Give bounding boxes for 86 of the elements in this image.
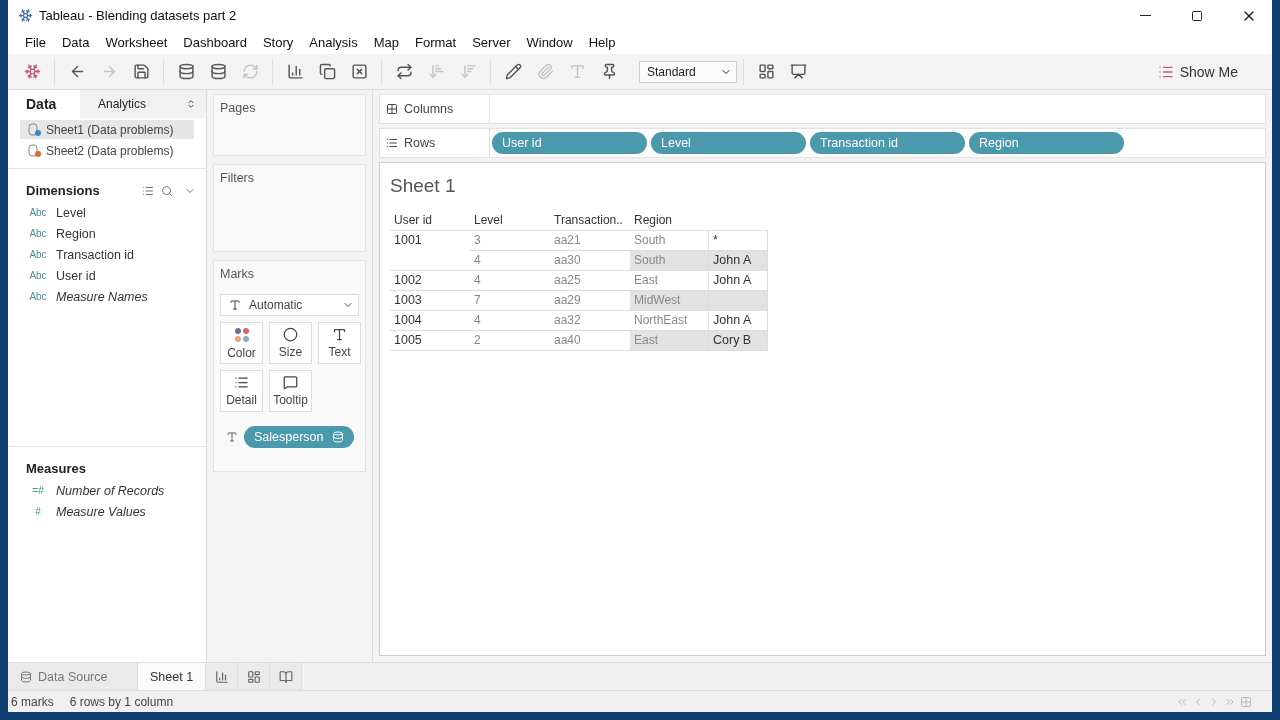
- data-source-item[interactable]: Sheet1 (Data problems): [20, 120, 194, 139]
- card-title: Filters: [220, 171, 256, 185]
- type-label: Abc: [28, 207, 48, 218]
- table-cell: MidWest: [630, 291, 708, 311]
- book-icon: [278, 669, 293, 684]
- status-text: 6 marks: [11, 694, 54, 709]
- speech-bubble-icon: [283, 375, 298, 390]
- data-source-item[interactable]: Sheet2 (Data problems): [20, 141, 194, 160]
- shelf-label: Rows: [380, 129, 490, 157]
- layout-icon: [246, 669, 261, 684]
- table-cell: John A: [708, 311, 768, 331]
- circle-icon: [283, 327, 298, 342]
- new-worksheet-button[interactable]: [206, 663, 239, 690]
- layout-icon: [757, 63, 775, 80]
- mark-property-button[interactable]: Size: [269, 322, 312, 364]
- type-label: Abc: [28, 249, 48, 260]
- search-icon[interactable]: [161, 184, 174, 197]
- status-text: 6 rows by 1 column: [69, 694, 174, 709]
- table-cell: East: [630, 331, 708, 351]
- app-logo-icon: [18, 8, 33, 23]
- type-label: =#: [31, 485, 45, 496]
- menu-item[interactable]: Story: [254, 31, 302, 54]
- menu-item[interactable]: Server: [464, 31, 519, 54]
- sheet-title: Sheet 1: [390, 175, 457, 197]
- maximize-icon: [1191, 9, 1203, 22]
- text-icon: [226, 431, 238, 443]
- menu-item[interactable]: Data: [53, 31, 98, 54]
- mark-property-button[interactable]: Color: [220, 322, 263, 364]
- text-icon: [229, 299, 241, 311]
- pane-tab[interactable]: Analytics: [80, 90, 206, 118]
- sort-caret-icon: [186, 99, 196, 109]
- menu-item[interactable]: Worksheet: [97, 31, 176, 54]
- field-name[interactable]: User id: [56, 268, 96, 283]
- shelf-label: Columns: [380, 95, 490, 123]
- table-cell: Cory B: [708, 331, 768, 351]
- field-name[interactable]: Measure Names: [56, 289, 148, 304]
- presentation-icon: [789, 63, 807, 80]
- section-title: Dimensions: [26, 183, 101, 198]
- text-icon: [332, 327, 347, 342]
- bar-chart-icon: [214, 669, 229, 684]
- field-name[interactable]: Number of Records: [56, 483, 165, 498]
- type-label: #: [34, 506, 42, 517]
- rows-icon: [386, 137, 398, 149]
- database-icon: [28, 143, 42, 158]
- menu-item[interactable]: Format: [407, 31, 465, 54]
- mark-property-button[interactable]: Text: [318, 322, 361, 364]
- field-name[interactable]: Level: [56, 205, 86, 220]
- new-dashboard-button[interactable]: [238, 663, 271, 690]
- color-dots-icon: [233, 326, 250, 343]
- mark-property-button[interactable]: Tooltip: [269, 370, 312, 412]
- sheet-tab[interactable]: Data Source: [8, 663, 138, 690]
- snowflake-icon: [23, 63, 41, 80]
- menu-item[interactable]: Analysis: [301, 31, 366, 54]
- database-icon: [331, 431, 344, 443]
- menu-item[interactable]: Dashboard: [175, 31, 255, 54]
- menu-item[interactable]: Help: [580, 31, 624, 54]
- mark-property-button[interactable]: Detail: [220, 370, 263, 412]
- type-label: Abc: [28, 228, 48, 239]
- table-cell: *: [708, 231, 768, 251]
- show-me-button[interactable]: Show Me: [1151, 62, 1244, 81]
- type-label: Abc: [28, 291, 48, 302]
- section-title: Measures: [26, 461, 87, 476]
- menu-item[interactable]: Window: [518, 31, 581, 54]
- field-name[interactable]: Transaction id: [56, 247, 135, 262]
- card-title: Pages: [220, 101, 257, 115]
- table-cell: South: [630, 251, 708, 271]
- field-name[interactable]: Region: [56, 226, 96, 241]
- menu-item[interactable]: Map: [365, 31, 407, 54]
- sheet-tab[interactable]: Sheet 1: [138, 663, 207, 690]
- data-source-label: Sheet2 (Data problems): [46, 143, 174, 158]
- columns-icon: [386, 103, 398, 115]
- list-view-icon[interactable]: [141, 184, 154, 197]
- database-icon: [20, 670, 32, 683]
- fit-dropdown[interactable]: Standard: [639, 60, 737, 83]
- menu-item[interactable]: File: [17, 31, 54, 54]
- card-title: Marks: [220, 267, 256, 281]
- new-story-button[interactable]: [270, 663, 303, 690]
- data-source-label: Sheet1 (Data problems): [46, 122, 174, 137]
- field-name[interactable]: Measure Values: [56, 504, 146, 519]
- window-title: Tableau - Blending datasets part 2: [39, 8, 238, 23]
- type-label: Abc: [28, 270, 48, 281]
- database-icon: [28, 122, 42, 137]
- table-cell: John A: [708, 251, 768, 271]
- minimize-icon: [1139, 15, 1151, 16]
- table-cell: John A: [708, 271, 768, 291]
- mark-type-dropdown[interactable]: Automatic: [220, 294, 359, 316]
